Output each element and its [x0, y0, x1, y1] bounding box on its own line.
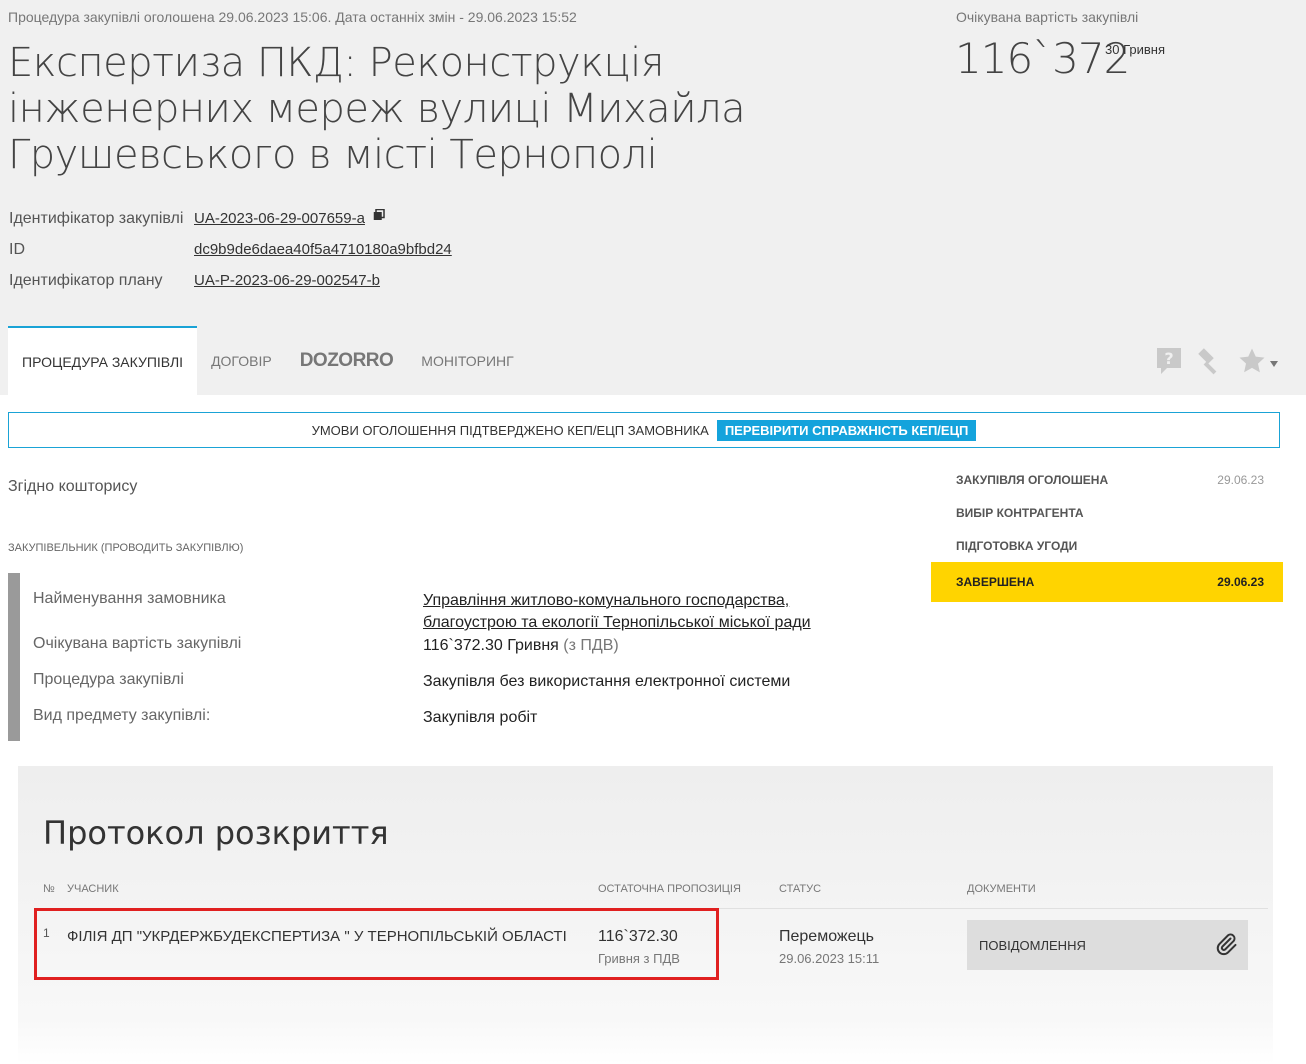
- column-header-offer: ОСТАТОЧНА ПРОПОЗИЦІЯ: [598, 883, 741, 895]
- question-icon[interactable]: ?: [1155, 346, 1183, 381]
- kep-verification-bar: УМОВИ ОГОЛОШЕННЯ ПІДТВЕРДЖЕНО КЕП/ЕЦП ЗА…: [8, 412, 1280, 448]
- timeline-step-date: 29.06.23: [1217, 575, 1264, 589]
- announce-date: Процедура закупівлі оголошена 29.06.2023…: [8, 9, 577, 25]
- status-date: 29.06.2023 15:11: [779, 951, 880, 966]
- identifier-row-tender: Ідентифікатор закупівлі UA-2023-06-29-00…: [9, 208, 452, 241]
- tender-id-link[interactable]: UA-2023-06-29-007659-a: [194, 210, 365, 227]
- status-text: Переможець: [779, 928, 875, 945]
- info-value: 116`372.30 Гривня (з ПДВ): [423, 635, 843, 657]
- identifier-label: ID: [9, 241, 25, 258]
- buyer-section-label: ЗАКУПІВЕЛЬНИК (ПРОВОДИТЬ ЗАКУПІВЛЮ): [8, 542, 244, 554]
- customer-link[interactable]: Управління житлово-комунального господар…: [423, 592, 811, 631]
- timeline-step-label: ЗАВЕРШЕНА: [956, 575, 1035, 589]
- tender-description: Згідно кошторису: [8, 478, 138, 495]
- column-header-status: СТАТУС: [779, 883, 822, 895]
- info-value: Закупівля робіт: [423, 709, 538, 726]
- info-key: Процедура закупівлі: [33, 671, 184, 688]
- status-timeline: ЗАКУПІВЛЯ ОГОЛОШЕНА 29.06.23 ВИБІР КОНТР…: [931, 463, 1283, 602]
- toolbar-icons: ?: [1155, 346, 1279, 381]
- column-header-num: №: [43, 883, 55, 895]
- tender-header: Процедура закупівлі оголошена 29.06.2023…: [0, 0, 1306, 395]
- star-icon[interactable]: [1237, 346, 1267, 381]
- expected-value-cents: 30 Гривня: [1105, 42, 1165, 57]
- info-value: Закупівля без використання електронної с…: [423, 673, 791, 690]
- timeline-step: ПІДГОТОВКА УГОДИ: [931, 529, 1283, 562]
- timeline-step: ВИБІР КОНТРАГЕНТА: [931, 496, 1283, 529]
- tab-contract[interactable]: ДОГОВІР: [197, 326, 286, 395]
- identifier-label: Ідентифікатор закупівлі: [9, 210, 184, 227]
- value-amount: 116`372.30 Гривня: [423, 637, 559, 654]
- expected-value-amount: 116`372: [955, 34, 1130, 83]
- timeline-step-active: ЗАВЕРШЕНА 29.06.23: [931, 562, 1283, 602]
- tab-procedure[interactable]: ПРОЦЕДУРА ЗАКУПІВЛІ: [8, 326, 198, 395]
- document-label: ПОВІДОМЛЕННЯ: [979, 937, 1086, 953]
- buyer-info-block: Найменування замовника Управління житлов…: [8, 573, 880, 741]
- identifier-label: Ідентифікатор плану: [9, 272, 163, 289]
- opening-protocol-section: Протокол розкриття № УЧАСНИК ОСТАТОЧНА П…: [18, 766, 1273, 1064]
- tab-monitoring[interactable]: МОНІТОРИНГ: [407, 326, 527, 395]
- page-title: Експертиза ПКД: Реконструкція інженерних…: [8, 40, 746, 178]
- info-key: Очікувана вартість закупівлі: [33, 635, 242, 652]
- plan-id-link[interactable]: UA-P-2023-06-29-002547-b: [194, 272, 380, 289]
- internal-id-link[interactable]: dc9b9de6daea40f5a4710180a9bfbd24: [194, 241, 452, 258]
- protocol-title: Протокол розкриття: [43, 814, 389, 852]
- kep-text: УМОВИ ОГОЛОШЕННЯ ПІДТВЕРДЖЕНО КЕП/ЕЦП ЗА…: [311, 422, 709, 438]
- gavel-icon[interactable]: [1195, 346, 1225, 381]
- svg-text:?: ?: [1164, 349, 1173, 368]
- column-header-docs: ДОКУМЕНТИ: [967, 883, 1036, 895]
- winner-highlight-box: [34, 908, 719, 980]
- caret-down-icon[interactable]: [1269, 355, 1279, 373]
- timeline-step-label: ЗАКУПІВЛЯ ОГОЛОШЕНА: [956, 472, 1109, 487]
- identifier-row-id: ID dc9b9de6daea40f5a4710180a9bfbd24: [9, 241, 452, 272]
- document-notice-button[interactable]: ПОВІДОМЛЕННЯ: [967, 920, 1248, 970]
- tab-dozorro[interactable]: DOZORRO: [286, 326, 408, 395]
- copy-icon[interactable]: [373, 208, 386, 226]
- vat-note: (з ПДВ): [563, 637, 619, 654]
- timeline-step-date: 29.06.23: [1217, 472, 1264, 487]
- column-header-participant: УЧАСНИК: [67, 883, 119, 895]
- info-key: Найменування замовника: [33, 590, 226, 607]
- timeline-step: ЗАКУПІВЛЯ ОГОЛОШЕНА 29.06.23: [931, 463, 1283, 496]
- expected-value-label: Очікувана вартість закупівлі: [956, 9, 1139, 25]
- tab-bar: ПРОЦЕДУРА ЗАКУПІВЛІ ДОГОВІР DOZORRO МОНІ…: [8, 326, 528, 395]
- paperclip-icon: [1214, 932, 1238, 959]
- identifiers-block: Ідентифікатор закупівлі UA-2023-06-29-00…: [9, 208, 452, 303]
- verify-kep-button[interactable]: ПЕРЕВІРИТИ СПРАВЖНІСТЬ КЕП/ЕЦП: [716, 419, 977, 441]
- timeline-step-label: ПІДГОТОВКА УГОДИ: [956, 538, 1078, 553]
- identifier-row-plan: Ідентифікатор плану UA-P-2023-06-29-0025…: [9, 272, 452, 303]
- info-key: Вид предмету закупівлі:: [33, 707, 211, 724]
- timeline-step-label: ВИБІР КОНТРАГЕНТА: [956, 505, 1084, 520]
